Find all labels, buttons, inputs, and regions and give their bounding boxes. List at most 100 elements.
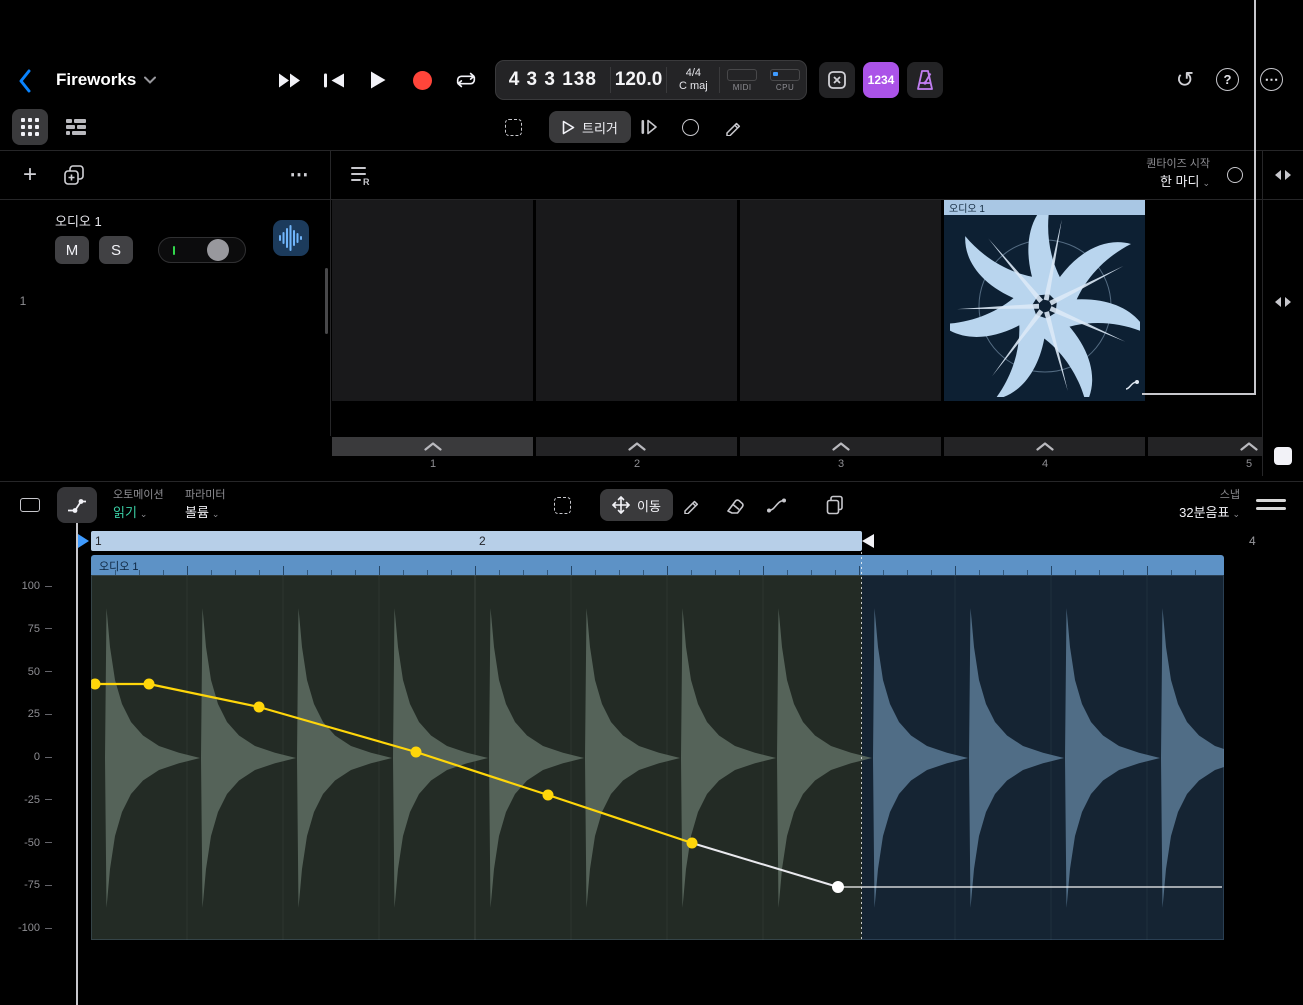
cycle-end-marker[interactable]	[862, 534, 874, 548]
trigger-mode-button[interactable]: 트리거	[549, 111, 631, 143]
lcd-position[interactable]: 4 3 3 138	[496, 61, 610, 99]
eraser-icon	[725, 496, 746, 515]
move-label: 이동	[637, 496, 661, 515]
editor-divider	[0, 481, 1303, 482]
undo-icon: ↺	[1176, 67, 1194, 93]
stop-all-button[interactable]	[1274, 447, 1292, 465]
parameter-value: 볼륨	[185, 505, 209, 520]
project-title: Fireworks	[56, 70, 136, 90]
loop-cell-empty[interactable]	[740, 200, 941, 401]
loop-cell-empty[interactable]	[332, 200, 533, 401]
parameter-control[interactable]: 파라미터 볼륨⌄	[185, 489, 225, 522]
value-scale-label: -25	[0, 793, 40, 807]
value-scale-label: -75	[0, 878, 40, 892]
track-name[interactable]: 오디오 1	[55, 211, 102, 230]
metronome-button[interactable]	[907, 62, 943, 98]
cell-automation-icon	[1125, 379, 1139, 391]
chevron-up-icon	[628, 442, 646, 451]
record-enable-button[interactable]	[674, 111, 706, 143]
divider-expand-button[interactable]	[1272, 295, 1294, 309]
tracks-view-button[interactable]	[58, 109, 94, 145]
track-header-more-button[interactable]: ⋯	[285, 161, 313, 189]
scroll-indicator	[325, 268, 328, 334]
snap-label: 스냅	[1100, 489, 1240, 502]
automation-mode-value: 읽기	[113, 505, 137, 520]
chevron-up-icon	[832, 442, 850, 451]
record-button[interactable]	[410, 66, 434, 94]
value-scale-label: -50	[0, 836, 40, 850]
eraser-tool-button[interactable]	[719, 489, 751, 521]
ruler-bar-number: 2	[479, 534, 486, 548]
playhead-marker[interactable]	[78, 534, 89, 548]
automation-mode-control[interactable]: 오토메이션 읽기⌄	[113, 489, 164, 522]
fast-forward-button[interactable]	[278, 66, 302, 94]
automation-curve-tool-button[interactable]	[762, 489, 794, 521]
mute-button[interactable]: M	[55, 236, 89, 264]
play-button[interactable]	[366, 66, 390, 94]
value-scale-tick	[45, 757, 52, 758]
track-volume-slider[interactable]	[158, 237, 246, 263]
circle-icon	[682, 119, 699, 136]
more-options-button[interactable]: ⋯	[1260, 68, 1283, 91]
cpu-level-bar	[773, 72, 778, 76]
metronome-icon	[915, 69, 935, 91]
ruler-bar-number: 4	[1249, 534, 1256, 548]
mute-label: M	[66, 242, 79, 259]
slider-knob[interactable]	[207, 239, 229, 261]
project-menu[interactable]: Fireworks	[56, 68, 156, 92]
audio-region-header[interactable]: 오디오 1	[91, 555, 1224, 575]
solo-label: S	[111, 242, 121, 259]
toolbar-divider	[0, 150, 1303, 151]
ellipsis-icon: ⋯	[1265, 71, 1279, 88]
lcd-display[interactable]: 4 3 3 138 120.0 4/4 C maj MIDI CPU	[495, 60, 807, 100]
duplicate-button[interactable]	[60, 161, 88, 189]
rows-record-icon: R	[350, 164, 372, 186]
automation-view-button[interactable]	[57, 487, 97, 523]
quantize-start-control[interactable]: 퀀타이즈 시작 한 마디⌄	[1040, 158, 1210, 191]
cell-record-button[interactable]	[1227, 167, 1243, 183]
chevron-up-icon	[1036, 442, 1054, 451]
value-scale-tick	[45, 842, 52, 843]
solo-button[interactable]: S	[99, 236, 133, 264]
cycle-end-guideline	[861, 552, 862, 940]
value-scale-tick	[45, 799, 52, 800]
row-edit-button[interactable]: R	[347, 161, 375, 189]
editor-marquee-tool-button[interactable]	[546, 489, 578, 521]
cell-edit-button[interactable]	[1125, 378, 1139, 396]
go-to-beginning-button[interactable]	[322, 66, 346, 94]
undo-button[interactable]: ↺	[1173, 67, 1197, 93]
scene-number: 4	[1035, 458, 1055, 470]
step-play-button[interactable]	[633, 111, 665, 143]
bar-ruler[interactable]: 124	[0, 531, 1303, 551]
value-scale-tick	[45, 628, 52, 629]
lcd-signature-key[interactable]: 4/4 C maj	[667, 61, 719, 99]
lcd-tempo[interactable]: 120.0	[611, 61, 667, 99]
help-button[interactable]: ?	[1216, 68, 1239, 91]
duplicate-icon	[63, 164, 85, 186]
fireworks-artwork	[950, 215, 1140, 397]
track-waveform-button[interactable]	[273, 220, 309, 256]
count-in-button[interactable]: 1234	[863, 62, 899, 98]
editor-resize-handle[interactable]	[1256, 499, 1286, 510]
move-tool-button[interactable]: 이동	[600, 489, 673, 521]
value-scale-label: -100	[0, 921, 40, 935]
copy-tool-button[interactable]	[819, 489, 851, 521]
lcd-cpu-monitor: CPU	[764, 61, 806, 99]
snap-value: 32분음표	[1179, 505, 1229, 520]
clear-overdub-button[interactable]	[819, 62, 855, 98]
play-outline-icon	[562, 120, 575, 135]
editor-pencil-tool-button[interactable]	[675, 489, 707, 521]
trigger-label: 트리거	[582, 118, 618, 137]
fast-forward-icon	[278, 72, 302, 89]
divider-expand-button[interactable]	[1272, 168, 1294, 182]
loop-cell-empty[interactable]	[536, 200, 737, 401]
automation-lane[interactable]	[91, 575, 1224, 940]
loop-cell-audio[interactable]: 오디오 1	[944, 200, 1145, 401]
automation-label: 오토메이션	[113, 489, 164, 502]
marquee-tool-button[interactable]	[497, 111, 529, 143]
cycle-button[interactable]	[454, 66, 478, 94]
pencil-tool-button[interactable]	[717, 111, 749, 143]
marquee-icon	[554, 497, 571, 514]
value-scale: 1007550250-25-50-75-100	[0, 0, 60, 1005]
snap-control[interactable]: 스냅 32분음표⌄	[1100, 489, 1240, 522]
